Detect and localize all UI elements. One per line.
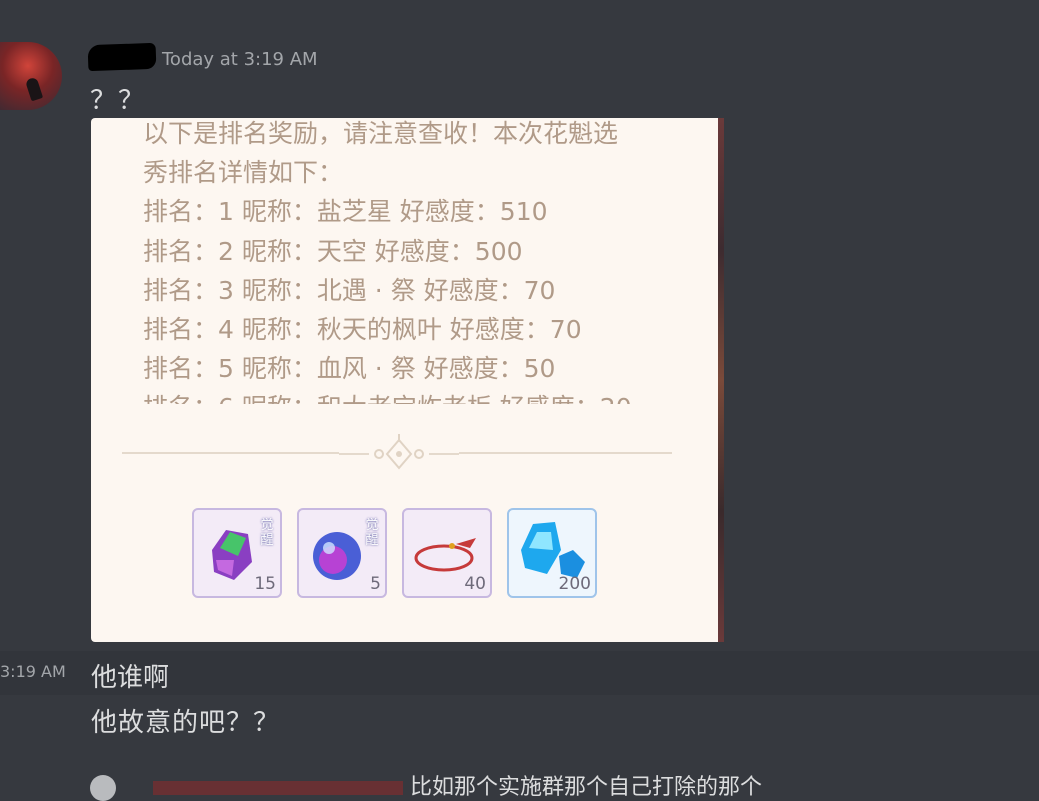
mail-line: 排名：6 昵称：和大老宝炸老板 好感度：20	[143, 388, 683, 404]
reward-item[interactable]: 觉醒 15	[192, 508, 282, 598]
embed-edge	[718, 118, 724, 642]
message-text: 他谁啊	[91, 663, 170, 693]
redacted-username	[87, 42, 157, 72]
awaken-badge: 觉醒	[260, 518, 274, 548]
reply-icon	[90, 775, 116, 801]
message-text: 比如那个实施群那个自己打除的那个	[410, 775, 763, 800]
mail-body: 以下是排名奖励，请注意查收！本次花魁选 秀排名详情如下： 排名：1 昵称：盐芝星…	[143, 118, 683, 404]
image-attachment[interactable]: 以下是排名奖励，请注意查收！本次花魁选 秀排名详情如下： 排名：1 昵称：盐芝星…	[91, 118, 718, 642]
item-quantity: 200	[558, 574, 591, 594]
mail-line: 秀排名详情如下：	[143, 158, 344, 188]
reward-item[interactable]: 200	[507, 508, 597, 598]
item-quantity: 40	[464, 574, 486, 594]
reply-username[interactable]	[153, 781, 403, 795]
mail-line: 排名：5 昵称：血风 · 祭 好感度：50	[143, 354, 556, 384]
ornament-icon	[339, 434, 459, 474]
message-text: 他故意的吧？？	[91, 708, 281, 738]
mail-line: 排名：2 昵称：天空 好感度：500	[143, 236, 523, 266]
user-avatar[interactable]	[0, 42, 62, 110]
item-quantity: 5	[370, 574, 381, 594]
reward-item[interactable]: 觉醒 5	[297, 508, 387, 598]
partial-message: 比如那个实施群那个自己打除的那个	[90, 769, 762, 801]
message-timestamp[interactable]: 3:19 AM	[0, 662, 66, 681]
mail-line: 排名：3 昵称：北遇 · 祭 好感度：70	[143, 275, 556, 305]
avatar-figure	[24, 76, 44, 102]
mail-line: 排名：4 昵称：秋天的枫叶 好感度：70	[143, 314, 582, 344]
mail-line: 以下是排名奖励，请注意查收！本次花魁选	[143, 119, 619, 148]
message-text: ？？	[90, 86, 147, 116]
message-timestamp[interactable]: Today at 3:19 AM	[162, 49, 318, 70]
reward-item[interactable]: 40	[402, 508, 492, 598]
awaken-badge: 觉醒	[365, 518, 379, 548]
mail-line: 排名：1 昵称：盐芝星 好感度：510	[143, 197, 548, 227]
item-quantity: 15	[254, 574, 276, 594]
